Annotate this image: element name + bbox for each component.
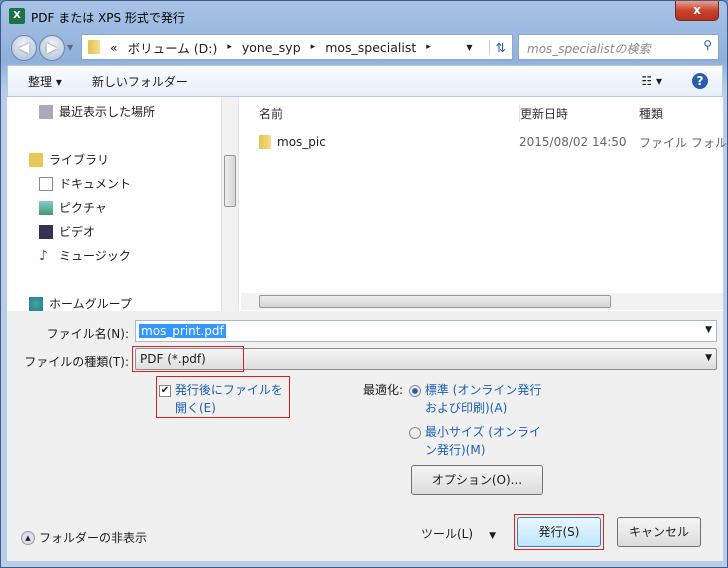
- music-icon: ♪: [39, 247, 48, 264]
- chevron-down-icon[interactable]: ▼: [705, 353, 712, 363]
- chevron-up-icon: ▲: [21, 530, 35, 545]
- chevron-down-icon: ▼: [489, 531, 496, 541]
- breadcrumb-mos[interactable]: mos_specialist: [325, 40, 416, 55]
- close-button[interactable]: x: [675, 1, 719, 21]
- column-name[interactable]: 名前: [259, 105, 283, 122]
- refresh-icon[interactable]: ⇅: [488, 39, 512, 55]
- organize-button[interactable]: 整理 ▾: [28, 73, 62, 90]
- picture-icon: [39, 200, 53, 215]
- radio-minimum[interactable]: 最小サイズ (オンライ ン発行)(M): [409, 423, 541, 459]
- hide-folders-button[interactable]: ▲ フォルダーの非表示: [21, 529, 147, 546]
- column-date[interactable]: 更新日時: [519, 105, 568, 122]
- help-icon[interactable]: ?: [692, 73, 708, 89]
- highlight-box: [156, 376, 290, 418]
- nav-pictures[interactable]: ピクチャ: [39, 199, 107, 216]
- navigation-pane: 最近表示した場所 ライブラリ ドキュメント ピクチャ ビデオ ♪ ミュージック ホ…: [7, 97, 239, 311]
- library-icon: [29, 152, 43, 167]
- tools-button[interactable]: ツール(L) ▼: [421, 525, 496, 542]
- save-options-panel: ファイル名(N): mos_print.pdf ▼ ファイルの種類(T): PDF…: [7, 311, 723, 561]
- file-list: 名前 更新日時 種類 mos_pic 2015/08/02 14:50 ファイル…: [239, 97, 727, 311]
- radio-standard[interactable]: 標準 (オンライン発行 および印刷)(A): [409, 381, 541, 417]
- cancel-button[interactable]: キャンセル: [617, 517, 701, 547]
- breadcrumb-sep-icon[interactable]: ▸: [227, 42, 232, 52]
- search-input[interactable]: mos_specialistの検索 ⚲: [518, 34, 719, 60]
- table-row[interactable]: mos_pic 2015/08/02 14:50 ファイル フォル: [259, 135, 727, 150]
- column-type[interactable]: 種類: [639, 105, 663, 122]
- new-folder-button[interactable]: 新しいフォルダー: [92, 73, 188, 90]
- forward-button[interactable]: ▶: [39, 35, 65, 61]
- radio-selected-icon[interactable]: [409, 384, 421, 397]
- nav-documents[interactable]: ドキュメント: [39, 175, 131, 192]
- radio-unselected-icon[interactable]: [409, 426, 421, 439]
- chevron-down-icon[interactable]: ▼: [705, 325, 712, 335]
- folder-icon: [259, 135, 271, 149]
- nav-homegroup[interactable]: ホームグループ: [29, 295, 132, 312]
- address-bar[interactable]: « ボリューム (D:) ▸ yone_syp ▸ mos_specialist…: [81, 34, 513, 60]
- breadcrumb-overflow[interactable]: «: [110, 40, 118, 55]
- window-title: PDF または XPS 形式で発行: [31, 11, 185, 25]
- breadcrumb-sep-icon[interactable]: ▸: [311, 42, 316, 52]
- filename-input[interactable]: mos_print.pdf ▼: [135, 320, 717, 342]
- view-options-button[interactable]: ☷ ▾: [641, 74, 662, 88]
- highlight-box: [132, 346, 244, 372]
- video-icon: [39, 224, 53, 239]
- breadcrumb-yone[interactable]: yone_syp: [242, 40, 301, 55]
- filetype-label: ファイルの種類(T):: [24, 355, 129, 369]
- excel-icon: X: [9, 8, 25, 24]
- recent-places-icon: [39, 104, 53, 119]
- nav-music[interactable]: ♪ ミュージック: [39, 247, 131, 264]
- list-scrollbar[interactable]: [241, 293, 723, 310]
- folder-icon: [88, 40, 100, 54]
- nav-scrollbar[interactable]: [221, 97, 238, 311]
- nav-library[interactable]: ライブラリ: [29, 151, 109, 168]
- search-icon[interactable]: ⚲: [703, 38, 712, 52]
- publish-dialog: X PDF または XPS 形式で発行 x ◀ ▶ ▼ « ボリューム (D:)…: [0, 0, 728, 568]
- address-dropdown-icon[interactable]: ▼: [466, 43, 478, 52]
- nav-recent[interactable]: 最近表示した場所: [39, 103, 155, 120]
- highlight-box: [514, 514, 604, 550]
- document-icon: [39, 176, 53, 191]
- back-button[interactable]: ◀: [11, 35, 37, 61]
- breadcrumb-sep-icon[interactable]: ▸: [426, 42, 431, 52]
- nav-videos[interactable]: ビデオ: [39, 223, 95, 240]
- optimize-label: 最適化:: [363, 383, 404, 397]
- breadcrumb-volume[interactable]: ボリューム (D:): [128, 38, 218, 57]
- recent-pages-dropdown[interactable]: ▼: [67, 43, 73, 52]
- scroll-thumb[interactable]: [224, 155, 236, 207]
- toolbar: 整理 ▾ 新しいフォルダー ☷ ▾ ?: [7, 65, 723, 97]
- options-button[interactable]: オプション(O)...: [411, 465, 543, 495]
- scroll-thumb[interactable]: [259, 295, 611, 308]
- filename-label: ファイル名(N):: [46, 327, 129, 341]
- homegroup-icon: [29, 296, 43, 311]
